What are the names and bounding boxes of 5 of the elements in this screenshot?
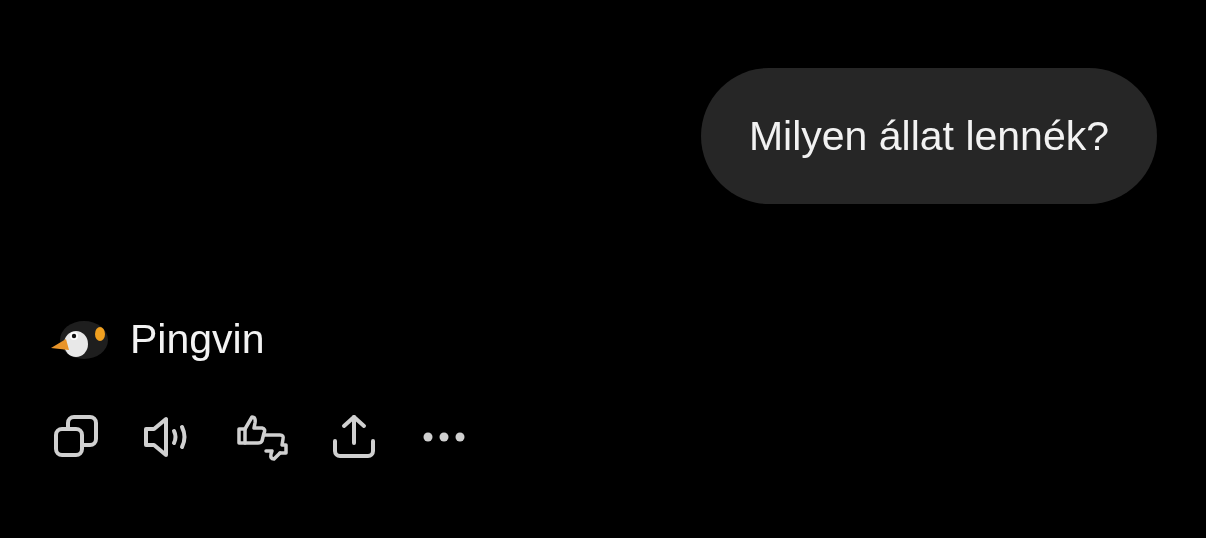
- penguin-icon: [50, 319, 110, 360]
- share-icon[interactable]: [330, 413, 378, 461]
- reply-text: Pingvin: [130, 316, 265, 363]
- thumbs-up-down-icon[interactable]: [236, 413, 288, 461]
- user-message-bubble: Milyen állat lennék?: [700, 68, 1157, 204]
